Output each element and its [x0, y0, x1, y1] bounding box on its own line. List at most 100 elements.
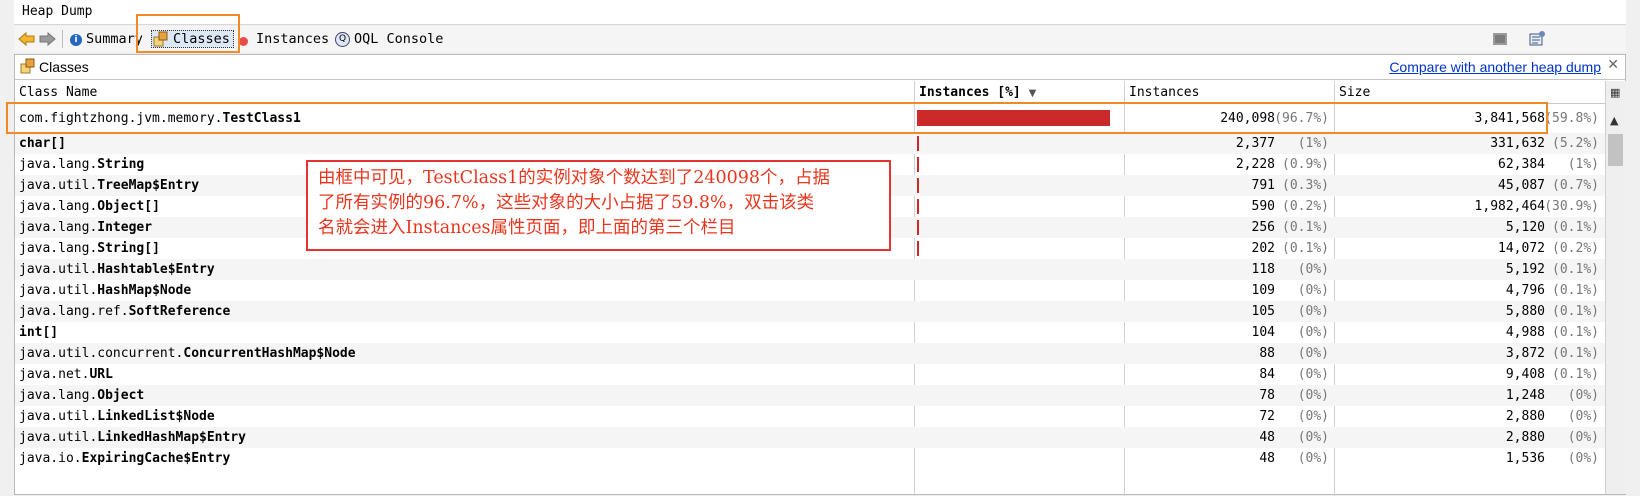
instances-count: 48	[1259, 430, 1275, 445]
snapshot-icon[interactable]	[1492, 30, 1508, 48]
table-row[interactable]: java.net.URL 84 (0%) 9,408 (0.1%)	[15, 364, 1605, 385]
size-percent: (0.7%)	[1552, 178, 1599, 193]
size-bytes: 3,872	[1505, 346, 1545, 361]
package-name: java.lang.	[19, 157, 98, 172]
column-selector-icon[interactable]: ▦	[1610, 86, 1620, 99]
instances-percent: (0%)	[1297, 262, 1329, 277]
size-percent: (1%)	[1567, 157, 1599, 172]
instances-cell: 88 (0%)	[1125, 343, 1335, 364]
class-name-cell: java.util.LinkedHashMap$Entry	[19, 427, 246, 448]
size-bytes: 14,072	[1498, 241, 1545, 256]
instances-cell: 2,377 (1%)	[1125, 133, 1335, 154]
table-row[interactable]: java.lang.ref.SoftReference 105 (0%) 5,880 (…	[15, 301, 1605, 322]
instances-pct-cell	[915, 343, 1125, 364]
table-row[interactable]: java.util.Hashtable$Entry 118 (0%) 5,192 (0.…	[15, 259, 1605, 280]
heap-dump-title: Heap Dump	[22, 4, 93, 19]
size-percent: (59.8%)	[1544, 111, 1599, 126]
instances-pct-cell	[915, 364, 1125, 385]
class-name-cell: java.io.ExpiringCache$Entry	[19, 448, 230, 469]
package-name: java.util.	[19, 283, 98, 298]
instances-count: 2,377	[1235, 136, 1275, 151]
compare-heap-dump-link[interactable]: Compare with another heap dump	[1389, 59, 1601, 75]
col-size[interactable]: Size	[1335, 81, 1605, 103]
instances-pct-cell	[915, 448, 1125, 469]
tab-oql-console[interactable]: Q OQL Console	[335, 30, 443, 48]
class-simple-name: Object	[97, 388, 145, 403]
class-simple-name: Object[]	[97, 199, 160, 214]
size-cell: 1,248 (0%)	[1335, 385, 1605, 406]
instances-percent: (0%)	[1297, 283, 1329, 298]
tab-instances[interactable]: Instances	[239, 30, 329, 48]
instances-percent: (0%)	[1297, 430, 1329, 445]
instances-count: 104	[1251, 325, 1275, 340]
table-row[interactable]: java.util.LinkedHashMap$Entry 48 (0%) 2,880…	[15, 427, 1605, 448]
instances-cell: 118 (0%)	[1125, 259, 1335, 280]
heap-dump-tab[interactable]: Heap Dump	[14, 0, 1626, 25]
size-cell: 2,880 (0%)	[1335, 406, 1605, 427]
size-bytes: 2,880	[1505, 409, 1545, 424]
instances-percent: (1%)	[1297, 136, 1329, 151]
table-row[interactable]: java.lang.Object 78 (0%) 1,248 (0%)	[15, 385, 1605, 406]
tab-summary[interactable]: i Summary	[70, 30, 143, 48]
class-simple-name: LinkedHashMap$Entry	[97, 430, 246, 445]
size-percent: (0.2%)	[1552, 241, 1599, 256]
package-name: java.util.	[19, 430, 98, 445]
instances-pct-cell	[915, 301, 1125, 322]
package-name: java.lang.ref.	[19, 304, 129, 319]
size-cell: 5,192 (0.1%)	[1335, 259, 1605, 280]
instances-percent: (0.1%)	[1282, 241, 1329, 256]
instances-count: 84	[1259, 367, 1275, 382]
class-simple-name: char[]	[19, 136, 66, 151]
forward-arrow-icon[interactable]	[38, 30, 56, 48]
class-simple-name: int[]	[19, 325, 59, 340]
vertical-scrollbar[interactable]: ▦ ▲	[1605, 81, 1626, 494]
size-cell: 1,982,464 (30.9%)	[1335, 196, 1605, 217]
instances-count: 105	[1251, 304, 1275, 319]
instances-percent: (0%)	[1297, 304, 1329, 319]
package-name: java.io.	[19, 451, 82, 466]
size-percent: (0%)	[1567, 430, 1599, 445]
size-percent: (0.1%)	[1552, 262, 1599, 277]
class-simple-name: ConcurrentHashMap$Node	[183, 346, 356, 361]
size-cell: 62,384 (1%)	[1335, 154, 1605, 175]
instances-pct-cell	[915, 238, 1125, 259]
instances-pct-bar	[917, 220, 919, 235]
instances-cell: 2,228 (0.9%)	[1125, 154, 1335, 175]
size-bytes: 5,192	[1505, 262, 1545, 277]
table-row[interactable]: java.util.concurrent.ConcurrentHashMap$N…	[15, 343, 1605, 364]
package-name: java.util.	[19, 409, 98, 424]
instances-cell: 78 (0%)	[1125, 385, 1335, 406]
instances-cell: 202 (0.1%)	[1125, 238, 1335, 259]
col-instances[interactable]: Instances	[1125, 81, 1335, 103]
size-bytes: 5,880	[1505, 304, 1545, 319]
col-class-name[interactable]: Class Name	[15, 81, 915, 103]
size-cell: 2,880 (0%)	[1335, 427, 1605, 448]
col-instances-pct[interactable]: Instances [%] ▼	[915, 81, 1125, 103]
table-row[interactable]: java.io.ExpiringCache$Entry 48 (0%) 1,536 (0…	[15, 448, 1605, 469]
instances-percent: (0%)	[1297, 409, 1329, 424]
class-name-cell: java.net.URL	[19, 364, 113, 385]
class-name-cell: java.lang.String[]	[19, 238, 160, 259]
table-row[interactable]: java.util.HashMap$Node 109 (0%) 4,796 (0.1%)	[15, 280, 1605, 301]
instances-count: 78	[1259, 388, 1275, 403]
table-row[interactable]: int[] 104 (0%) 4,988 (0.1%)	[15, 322, 1605, 343]
table-row[interactable]: java.util.LinkedList$Node 72 (0%) 2,880 (0%)	[15, 406, 1605, 427]
scroll-up-icon[interactable]: ▲	[1610, 114, 1618, 127]
scroll-thumb[interactable]	[1608, 134, 1623, 166]
instances-count: 202	[1251, 241, 1275, 256]
instances-percent: (0%)	[1297, 346, 1329, 361]
close-icon[interactable]: ✕	[1607, 57, 1619, 73]
size-percent: (0.1%)	[1552, 283, 1599, 298]
table-row[interactable]: char[] 2,377 (1%) 331,632 (5.2%)	[15, 133, 1605, 154]
note-line: 了所有实例的96.7%，这些对象的大小占据了59.8%，双击该类	[318, 193, 815, 213]
settings-icon[interactable]	[1528, 30, 1546, 48]
instances-count: 109	[1251, 283, 1275, 298]
oql-icon: Q	[335, 31, 350, 47]
instances-cell: 48 (0%)	[1125, 448, 1335, 469]
size-cell: 45,087 (0.7%)	[1335, 175, 1605, 196]
instances-percent: (0%)	[1297, 388, 1329, 403]
package-name: java.lang.	[19, 388, 98, 403]
class-simple-name: String[]	[97, 241, 160, 256]
class-name-cell: java.lang.Integer	[19, 217, 152, 238]
back-arrow-icon[interactable]	[18, 30, 36, 48]
